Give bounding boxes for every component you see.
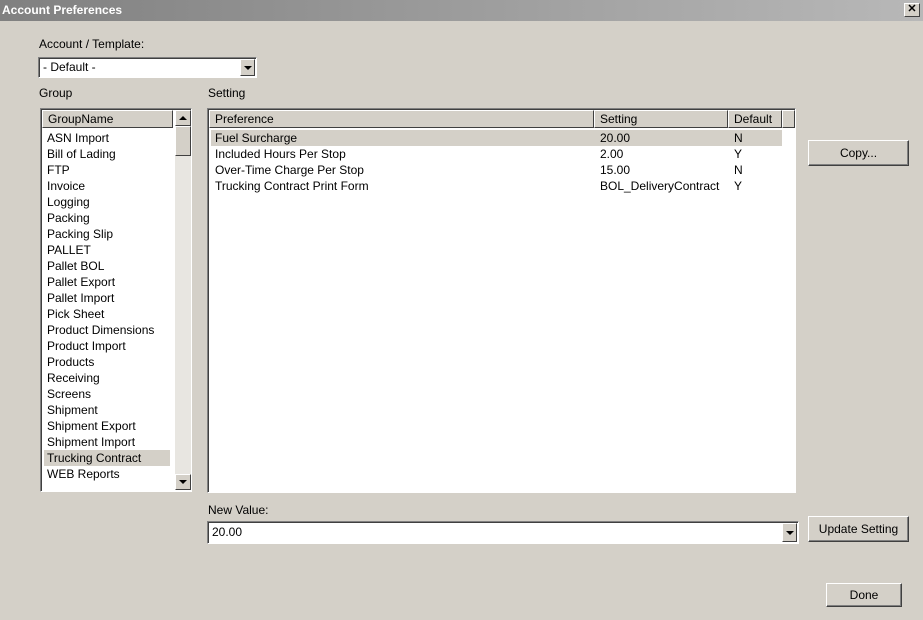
group-list-item[interactable]: Shipment Import [44, 434, 170, 450]
preference-cell: Included Hours Per Stop [215, 147, 346, 161]
done-button[interactable]: Done [826, 583, 902, 607]
update-setting-button[interactable]: Update Setting [808, 516, 909, 542]
setting-cell: 2.00 [600, 147, 624, 161]
group-list-item[interactable]: ASN Import [44, 130, 170, 146]
table-row[interactable]: Included Hours Per Stop 2.00 Y [211, 146, 782, 162]
group-list-item[interactable]: Pick Sheet [44, 306, 170, 322]
group-list-item[interactable]: Shipment Export [44, 418, 170, 434]
settings-table[interactable]: Preference Setting Default Fuel Surcharg… [207, 108, 796, 493]
close-button[interactable]: ✕ [904, 3, 920, 17]
group-list[interactable]: GroupName ASN Import Bill of Lading FTP Inv… [40, 108, 192, 492]
group-list-item[interactable]: Pallet Import [44, 290, 170, 306]
group-list-item[interactable]: PALLET [44, 242, 170, 258]
chevron-down-icon [179, 480, 187, 484]
default-column-header[interactable]: Default [728, 110, 782, 128]
scroll-thumb[interactable] [175, 126, 191, 156]
group-list-item[interactable]: Trucking Contract [44, 450, 170, 466]
group-list-item[interactable]: Pallet Export [44, 274, 170, 290]
group-list-item[interactable]: Receiving [44, 370, 170, 386]
group-list-item[interactable]: Bill of Lading [44, 146, 170, 162]
account-template-select[interactable]: - Default - [38, 57, 257, 78]
scroll-up-button[interactable] [175, 110, 191, 126]
setting-cell: 20.00 [600, 131, 631, 145]
table-row[interactable]: Trucking Contract Print Form BOL_Delivery… [211, 178, 782, 194]
account-template-value: - Default - [43, 60, 96, 74]
group-list-item[interactable]: Packing Slip [44, 226, 170, 242]
group-list-item[interactable]: Products [44, 354, 170, 370]
scroll-down-button[interactable] [175, 474, 191, 490]
group-list-item[interactable]: Packing [44, 210, 170, 226]
close-icon: ✕ [907, 3, 917, 15]
header-filler [782, 110, 795, 128]
default-cell: N [734, 131, 743, 145]
group-list-item[interactable]: Shipment [44, 402, 170, 418]
new-value-label: New Value: [208, 503, 269, 517]
copy-button[interactable]: Copy... [808, 140, 909, 166]
group-list-item[interactable]: Product Dimensions [44, 322, 170, 338]
group-list-item[interactable]: Invoice [44, 178, 170, 194]
chevron-down-icon [785, 530, 794, 535]
group-list-item[interactable]: Pallet BOL [44, 258, 170, 274]
default-cell: N [734, 163, 743, 177]
chevron-up-icon [179, 116, 187, 120]
setting-cell: BOL_DeliveryContract [600, 179, 720, 193]
account-template-dropdown-button[interactable] [240, 59, 255, 76]
group-scrollbar[interactable] [175, 110, 191, 490]
account-template-label: Account / Template: [39, 37, 145, 51]
setting-column-header[interactable]: Setting [594, 110, 728, 128]
group-label: Group [39, 86, 73, 100]
group-list-item[interactable]: WEB Reports [44, 466, 170, 482]
preference-cell: Fuel Surcharge [215, 131, 298, 145]
new-value-dropdown-button[interactable] [782, 523, 797, 542]
group-list-item[interactable]: Logging [44, 194, 170, 210]
groupname-column-header[interactable]: GroupName [42, 110, 173, 128]
preference-cell: Trucking Contract Print Form [215, 179, 369, 193]
group-list-item[interactable]: FTP [44, 162, 170, 178]
chevron-down-icon [243, 65, 252, 70]
new-value-input[interactable]: 20.00 [212, 522, 242, 543]
setting-cell: 15.00 [600, 163, 631, 177]
window-title: Account Preferences [2, 3, 123, 17]
group-list-item[interactable]: Product Import [44, 338, 170, 354]
default-cell: Y [734, 179, 743, 193]
table-row[interactable]: Fuel Surcharge 20.00 N [211, 130, 782, 146]
new-value-select[interactable]: 20.00 [207, 521, 799, 544]
default-cell: Y [734, 147, 743, 161]
table-row[interactable]: Over-Time Charge Per Stop 15.00 N [211, 162, 782, 178]
group-list-item[interactable]: Screens [44, 386, 170, 402]
preference-cell: Over-Time Charge Per Stop [215, 163, 364, 177]
setting-label: Setting [208, 86, 246, 100]
preference-column-header[interactable]: Preference [209, 110, 594, 128]
window-titlebar: Account Preferences ✕ [0, 0, 923, 21]
